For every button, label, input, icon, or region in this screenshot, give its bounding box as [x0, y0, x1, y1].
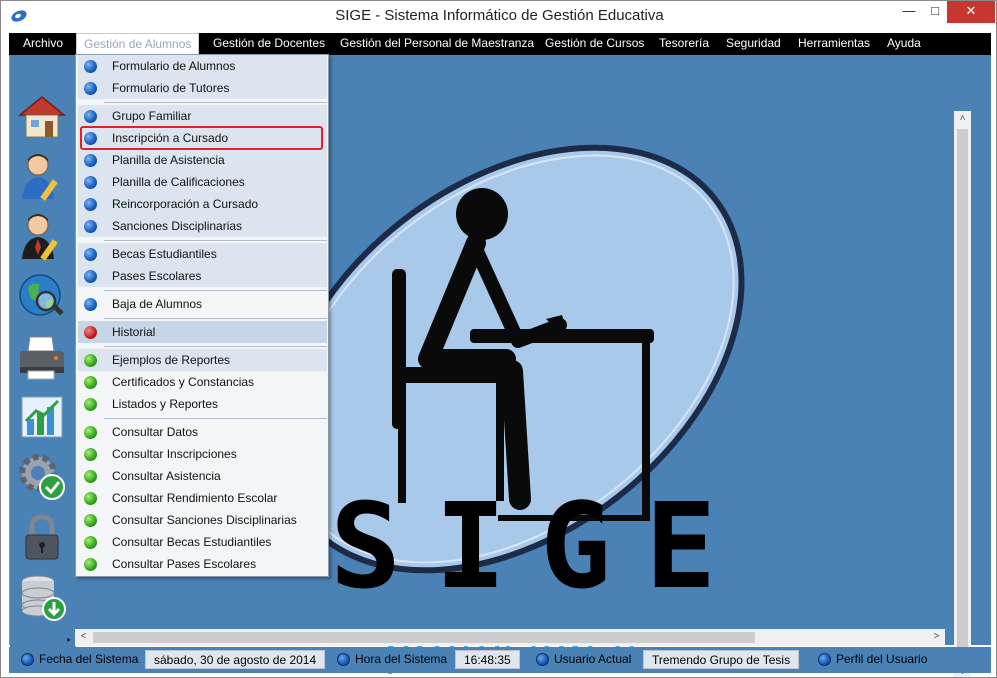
green-dot-icon: [84, 376, 97, 389]
red-dot-icon: [84, 326, 97, 339]
usuario-value: Tremendo Grupo de Tesis: [643, 650, 800, 669]
menu-item-pases-escolares[interactable]: Pases Escolares: [78, 265, 327, 287]
usuario-label: Usuario Actual: [554, 652, 632, 666]
home-icon[interactable]: [16, 91, 68, 143]
horizontal-scroll-thumb[interactable]: [93, 632, 755, 643]
menu-separator: [104, 346, 327, 347]
blue-dot-icon: [84, 248, 97, 261]
menu-tesoreria[interactable]: Tesorería: [652, 33, 716, 55]
green-dot-icon: [84, 448, 97, 461]
green-dot-icon: [84, 492, 97, 505]
hora-label: Hora del Sistema: [355, 652, 448, 666]
menu-item-reincorporacion-cursado[interactable]: Reincorporación a Cursado: [78, 193, 327, 215]
printer-icon[interactable]: [16, 331, 68, 383]
green-dot-icon: [84, 398, 97, 411]
title-bar: SIGE - Sistema Informático de Gestión Ed…: [1, 1, 996, 33]
menu-separator: [104, 240, 327, 241]
menu-item-consultar-pases[interactable]: Consultar Pases Escolares: [78, 553, 327, 575]
menu-gestion-personal-maestranza[interactable]: Gestión del Personal de Maestranza: [333, 33, 541, 55]
green-dot-icon: [84, 354, 97, 367]
blue-dot-icon: [84, 270, 97, 283]
blue-dot-icon: [84, 154, 97, 167]
menu-separator: [104, 102, 327, 103]
blue-dot-icon: [84, 298, 97, 311]
blue-dot-icon: [84, 176, 97, 189]
fecha-label: Fecha del Sistema: [39, 652, 139, 666]
menu-archivo[interactable]: Archivo: [16, 33, 70, 55]
scroll-left-icon[interactable]: ˂: [75, 631, 92, 642]
globe-search-icon[interactable]: [16, 271, 68, 323]
blue-dot-icon: [84, 82, 97, 95]
menu-separator: [104, 318, 327, 319]
app-window: SIGE - Sistema Informático de Gestión Ed…: [0, 0, 997, 678]
menu-item-consultar-inscripciones[interactable]: Consultar Inscripciones: [78, 443, 327, 465]
chart-icon[interactable]: [16, 391, 68, 443]
lock-icon[interactable]: [16, 511, 68, 563]
green-dot-icon: [84, 514, 97, 527]
settings-check-icon[interactable]: [16, 451, 68, 503]
teacher-icon[interactable]: [16, 211, 68, 263]
status-bar: Fecha del Sistema sábado, 30 de agosto d…: [9, 647, 991, 673]
menu-ayuda[interactable]: Ayuda: [880, 33, 928, 55]
perfil-label: Perfil del Usuario: [836, 652, 928, 666]
menu-item-consultar-becas[interactable]: Consultar Becas Estudiantiles: [78, 531, 327, 553]
blue-dot-icon: [84, 220, 97, 233]
menu-seguridad[interactable]: Seguridad: [719, 33, 788, 55]
green-dot-icon: [84, 558, 97, 571]
menu-item-formulario-tutores[interactable]: Formulario de Tutores: [78, 77, 327, 99]
logo-title: SIGE: [330, 477, 751, 615]
window-title: SIGE - Sistema Informático de Gestión Ed…: [335, 7, 664, 24]
maximize-button[interactable]: □: [920, 1, 950, 23]
menu-item-consultar-sanciones[interactable]: Consultar Sanciones Disciplinarias: [78, 509, 327, 531]
menu-item-historial[interactable]: Historial: [78, 321, 327, 343]
menu-item-certificados-constancias[interactable]: Certificados y Constancias: [78, 371, 327, 393]
student-edit-icon[interactable]: [16, 151, 68, 203]
menu-item-sanciones-disciplinarias[interactable]: Sanciones Disciplinarias: [78, 215, 327, 237]
close-button[interactable]: ✕: [947, 1, 995, 23]
sidebar-expand-icon[interactable]: ▸: [62, 635, 76, 647]
menu-separator: [104, 418, 327, 419]
fecha-value: sábado, 30 de agosto de 2014: [145, 650, 326, 669]
sidebar: ▸: [10, 55, 76, 647]
menu-item-formulario-alumnos[interactable]: Formulario de Alumnos: [78, 55, 327, 77]
menu-item-planilla-asistencia[interactable]: Planilla de Asistencia: [78, 149, 327, 171]
blue-dot-icon: [84, 110, 97, 123]
vertical-scroll-thumb[interactable]: [957, 129, 968, 659]
blue-dot-icon: [84, 198, 97, 211]
menu-herramientas[interactable]: Herramientas: [791, 33, 877, 55]
green-dot-icon: [84, 470, 97, 483]
horizontal-scrollbar[interactable]: ˂ ˃: [75, 629, 945, 646]
menu-item-listados-reportes[interactable]: Listados y Reportes: [78, 393, 327, 415]
blue-dot-icon: [84, 60, 97, 73]
menu-item-consultar-datos[interactable]: Consultar Datos: [78, 421, 327, 443]
menu-item-ejemplos-reportes[interactable]: Ejemplos de Reportes: [78, 349, 327, 371]
menu-bar: Archivo Gestión de Alumnos Gestión de Do…: [9, 33, 991, 55]
status-dot-icon: [818, 653, 831, 666]
focused-item-outline: [80, 126, 323, 150]
green-dot-icon: [84, 536, 97, 549]
menu-gestion-alumnos[interactable]: Gestión de Alumnos: [76, 33, 200, 55]
scroll-right-icon[interactable]: ˃: [928, 631, 945, 642]
menu-item-baja-alumnos[interactable]: Baja de Alumnos: [78, 293, 327, 315]
hora-value: 16:48:35: [455, 650, 520, 669]
menu-item-consultar-asistencia[interactable]: Consultar Asistencia: [78, 465, 327, 487]
scroll-up-icon[interactable]: ˄: [954, 113, 971, 124]
menu-gestion-cursos[interactable]: Gestión de Cursos: [538, 33, 651, 55]
status-dot-icon: [337, 653, 350, 666]
status-dot-icon: [536, 653, 549, 666]
menu-item-planilla-calificaciones[interactable]: Planilla de Calificaciones: [78, 171, 327, 193]
menu-separator: [104, 290, 327, 291]
status-dot-icon: [21, 653, 34, 666]
menu-item-grupo-familiar[interactable]: Grupo Familiar: [78, 105, 327, 127]
menu-gestion-docentes[interactable]: Gestión de Docentes: [206, 33, 332, 55]
database-download-icon[interactable]: [16, 571, 68, 623]
green-dot-icon: [84, 426, 97, 439]
menu-item-consultar-rendimiento[interactable]: Consultar Rendimiento Escolar: [78, 487, 327, 509]
vertical-scrollbar[interactable]: ˄ ˅: [954, 111, 971, 677]
menu-item-becas-estudiantiles[interactable]: Becas Estudiantiles: [78, 243, 327, 265]
